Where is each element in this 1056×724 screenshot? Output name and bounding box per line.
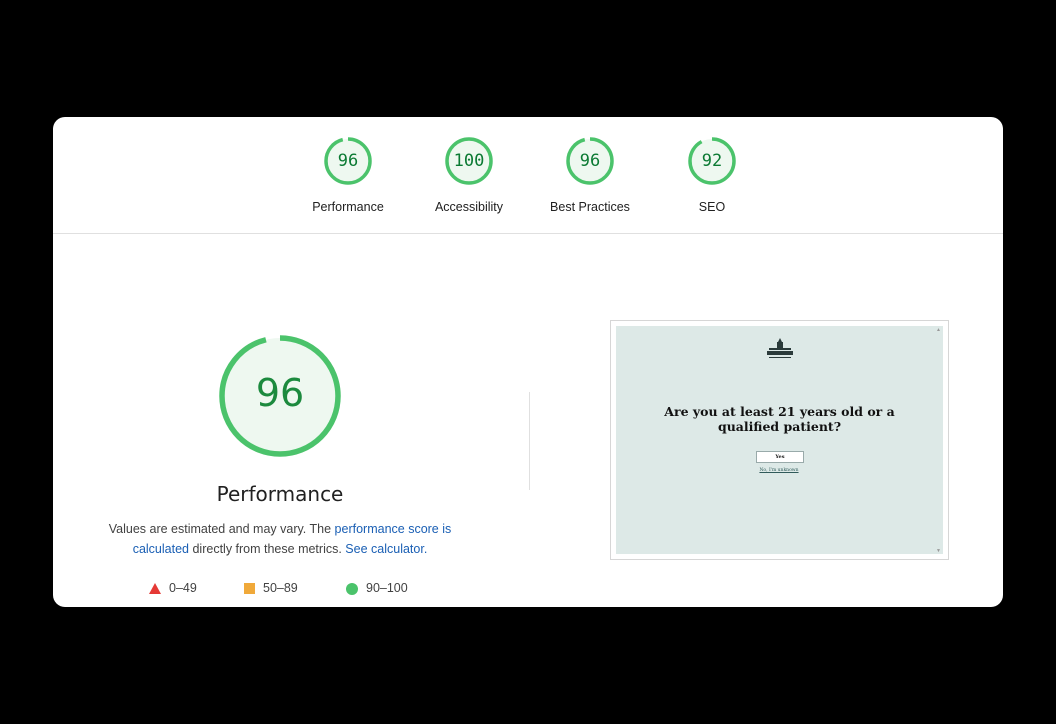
vertical-divider (529, 392, 530, 490)
gauge-score: 92 (701, 151, 723, 171)
category-gauges-bar: 96 Performance 100 Accessibility 96 Best… (53, 117, 1003, 234)
gauge-performance[interactable]: 96 Performance (288, 135, 408, 214)
scroll-down-mark-icon: ▼ (936, 548, 941, 554)
green-circle-icon (346, 582, 358, 595)
screenshot-page: Are you at least 21 years old or a quali… (616, 326, 943, 554)
gauge-label: SEO (698, 200, 726, 214)
big-gauge-score: 96 (255, 371, 305, 415)
desc-text: Values are estimated and may vary. The (108, 522, 335, 536)
gauge-ring: 96 (322, 135, 374, 187)
performance-title: Performance (216, 482, 344, 506)
see-calculator-link[interactable]: See calculator. (345, 542, 427, 556)
legend-range: 90–100 (366, 581, 408, 595)
red-triangle-icon (149, 583, 161, 595)
performance-big-gauge: 96 (217, 333, 343, 459)
gauge-score: 96 (337, 151, 359, 171)
legend-average: 50–89 (244, 580, 298, 596)
lighthouse-report-card: 96 Performance 100 Accessibility 96 Best… (53, 117, 1003, 607)
desc-text: directly from these metrics. (189, 542, 346, 556)
gauge-score: 100 (453, 151, 485, 171)
final-screenshot[interactable]: Are you at least 21 years old or a quali… (610, 320, 949, 560)
gauge-accessibility[interactable]: 100 Accessibility (409, 135, 529, 214)
performance-description: Values are estimated and may vary. The p… (91, 519, 469, 559)
no-link: No, I'm unknown (759, 468, 799, 473)
legend-range: 0–49 (169, 581, 197, 595)
gauge-label: Accessibility (434, 200, 504, 214)
legend-pass: 90–100 (346, 580, 408, 596)
gauge-ring: 92 (686, 135, 738, 187)
gauge-label: Best Practices (550, 200, 630, 214)
gauge-best-practices[interactable]: 96 Best Practices (530, 135, 650, 214)
gauge-label: Performance (312, 200, 384, 214)
scroll-up-mark-icon: ▲ (936, 327, 941, 333)
gauge-ring: 100 (443, 135, 495, 187)
age-question: Are you at least 21 years old or a quali… (664, 404, 895, 434)
gauge-ring: 96 (564, 135, 616, 187)
legend-fail: 0–49 (149, 580, 197, 596)
gauge-seo[interactable]: 92 SEO (652, 135, 772, 214)
yes-button: Yes (756, 451, 804, 463)
legend-range: 50–89 (263, 581, 298, 595)
orange-square-icon (244, 583, 255, 595)
cannabis-logo-icon (767, 338, 793, 358)
gauge-score: 96 (579, 151, 601, 171)
